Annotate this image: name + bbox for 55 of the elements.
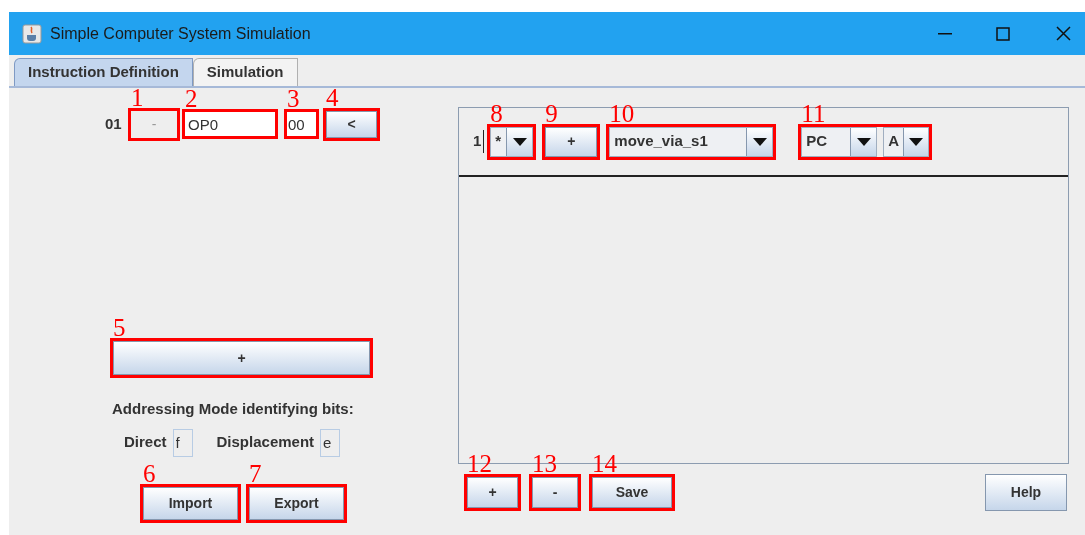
button[interactable]: Save (592, 477, 672, 508)
callout-number: 8 (490, 100, 503, 126)
dropdown-value: PC (805, 131, 829, 152)
dropdown-value: A (887, 131, 901, 152)
code-field[interactable]: 00 (287, 112, 316, 136)
dropdown-arrow-button[interactable] (850, 127, 877, 156)
mode-bit-field[interactable]: f (172, 428, 193, 457)
maximize-icon[interactable] (996, 26, 1010, 41)
minimize-icon[interactable] (938, 32, 952, 35)
button[interactable]: - (532, 477, 578, 508)
callout-number: 10 (609, 100, 635, 126)
close-icon[interactable] (1056, 26, 1071, 41)
dropdown-arrow-button[interactable] (746, 127, 773, 156)
coffee-cup-icon (22, 23, 42, 44)
dropdown[interactable]: * (490, 126, 534, 157)
button[interactable]: Import (143, 486, 238, 520)
dropdown[interactable]: PC (801, 126, 878, 157)
callout-number: 12 (467, 451, 492, 476)
button[interactable]: < (326, 110, 377, 138)
button[interactable]: + (467, 477, 518, 508)
instruction-number: 01 (105, 113, 123, 134)
dropdown[interactable]: move_via_s1 (609, 126, 774, 157)
button[interactable]: + (113, 341, 370, 375)
addressing-heading: Addressing Mode identifying bits: (112, 399, 355, 419)
button[interactable]: Help (985, 474, 1067, 511)
callout-number: 4 (326, 84, 339, 110)
dropdown-arrow-button[interactable] (903, 127, 929, 156)
callout-number: 11 (801, 100, 826, 126)
callout-number: 14 (592, 451, 617, 476)
callout-number: 9 (545, 100, 558, 126)
callout-number: 1 (131, 84, 144, 110)
tab[interactable]: Simulation (192, 58, 298, 86)
button[interactable]: Export (249, 486, 344, 520)
step-number: 1 (473, 130, 485, 153)
callout-number: 5 (113, 315, 126, 340)
dropdown[interactable]: A (883, 126, 930, 157)
button[interactable]: + (545, 126, 598, 157)
mode-label: Direct (124, 432, 167, 453)
mode-label: Displacement (216, 432, 315, 453)
callout-number: 3 (287, 86, 300, 111)
tab[interactable]: Instruction Definition (14, 58, 193, 86)
caret-down-icon (856, 137, 871, 146)
callout-number: 2 (185, 86, 198, 111)
dropdown-arrow-button[interactable] (506, 127, 533, 156)
mode-bit-field[interactable]: e (320, 428, 341, 457)
window-title: Simple Computer System Simulation (50, 23, 311, 44)
dropdown-value: move_via_s1 (613, 131, 709, 152)
callout-number: 7 (249, 460, 262, 486)
callout-number: 6 (143, 460, 156, 486)
caret-down-icon (512, 137, 527, 146)
name-field[interactable]: OP0 (185, 112, 275, 136)
caret-down-icon (909, 137, 924, 146)
dropdown-value: * (494, 131, 503, 152)
caret-down-icon (752, 137, 767, 146)
callout-number: 13 (532, 451, 557, 476)
